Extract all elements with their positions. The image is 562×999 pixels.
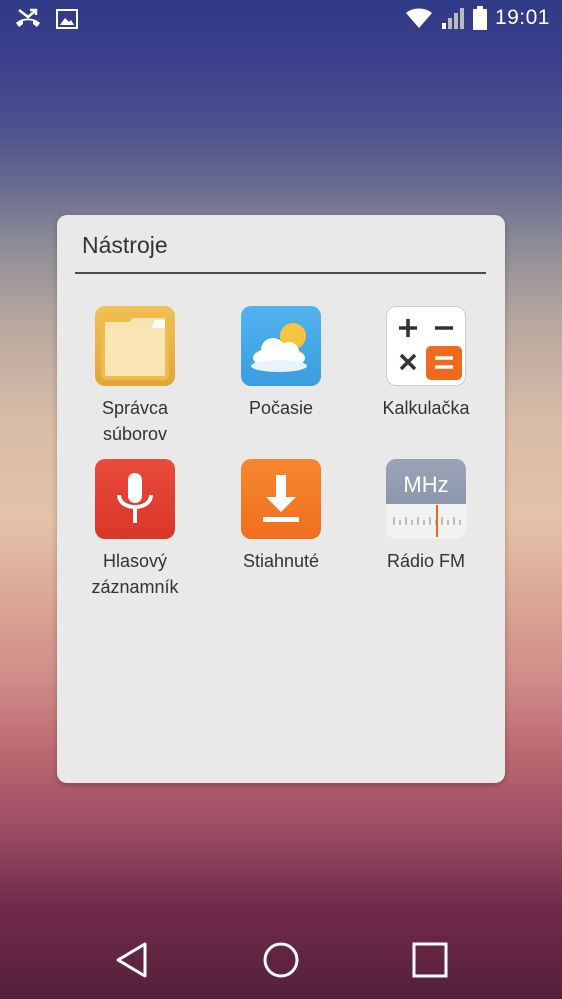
signal-icon bbox=[441, 7, 465, 29]
app-label: Stiahnuté bbox=[242, 551, 320, 571]
clock: 19:01 bbox=[494, 6, 550, 29]
radio-icon: MHz bbox=[386, 459, 466, 539]
app-label: Kalkulačka bbox=[382, 398, 470, 418]
app-downloads[interactable]: Stiahnuté bbox=[207, 459, 355, 574]
image-icon bbox=[56, 9, 78, 29]
download-icon bbox=[241, 459, 321, 539]
folder-divider bbox=[75, 272, 486, 274]
back-icon bbox=[116, 942, 147, 978]
app-label: Hlasový záznamník bbox=[91, 551, 179, 597]
battery-icon bbox=[472, 6, 487, 30]
app-label: Počasie bbox=[248, 398, 314, 418]
home-button[interactable] bbox=[261, 940, 301, 980]
folder-title[interactable]: Nástroje bbox=[82, 232, 168, 259]
folder-panel: Nástroje Správca súborov Počasie Kalkula… bbox=[57, 215, 505, 783]
calculator-icon bbox=[386, 306, 466, 386]
app-calculator[interactable]: Kalkulačka bbox=[352, 306, 500, 421]
app-label: Správca súborov bbox=[101, 398, 169, 444]
recents-button[interactable] bbox=[410, 940, 450, 980]
nav-bar bbox=[0, 920, 562, 999]
status-bar: 19:01 bbox=[0, 0, 562, 40]
app-file-manager[interactable]: Správca súborov bbox=[61, 306, 209, 447]
recents-icon bbox=[412, 942, 448, 978]
radio-icon-text: MHz bbox=[403, 472, 449, 497]
home-icon bbox=[263, 942, 299, 978]
app-weather[interactable]: Počasie bbox=[207, 306, 355, 421]
app-fm-radio[interactable]: MHz Rádio FM bbox=[352, 459, 500, 574]
back-button[interactable] bbox=[112, 940, 152, 980]
weather-icon bbox=[241, 306, 321, 386]
missed-call-icon bbox=[14, 8, 42, 30]
app-voice-recorder[interactable]: Hlasový záznamník bbox=[61, 459, 209, 600]
wifi-icon bbox=[405, 7, 433, 29]
microphone-icon bbox=[95, 459, 175, 539]
app-label: Rádio FM bbox=[386, 551, 466, 571]
folder-icon bbox=[95, 306, 175, 386]
